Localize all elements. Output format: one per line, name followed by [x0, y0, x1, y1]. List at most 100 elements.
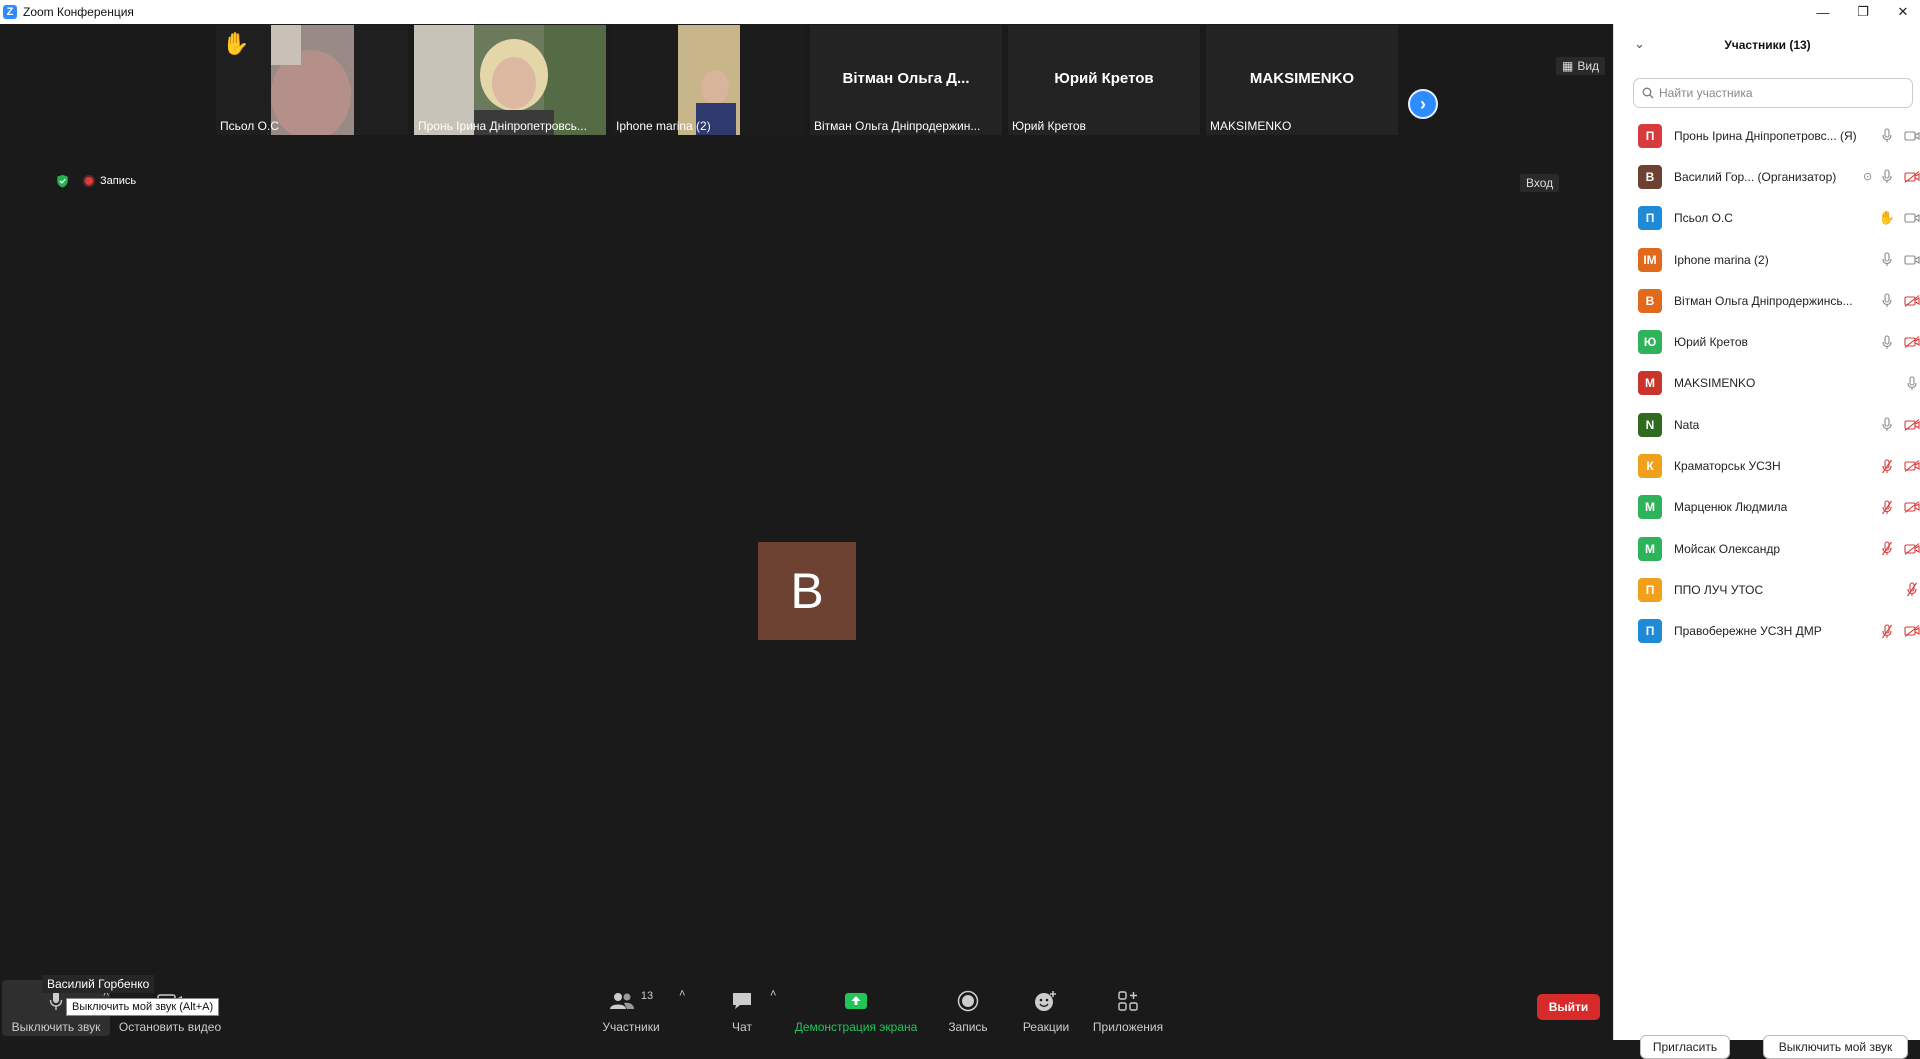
- meeting-status: Запись: [56, 174, 136, 188]
- participant-avatar: П: [1638, 123, 1662, 148]
- view-button[interactable]: ▦ Вид: [1556, 57, 1606, 75]
- mute-me-button[interactable]: Выключить мой звук: [1763, 1035, 1908, 1059]
- participant-name: Юрий Кретов: [1674, 335, 1748, 350]
- raised-hand-icon: ✋: [1878, 210, 1896, 226]
- grid-icon: ▦: [1562, 59, 1574, 73]
- participant-row[interactable]: В Вітман Ольга Дніпродержинсь...: [1614, 280, 1920, 321]
- mic-icon: [1903, 375, 1920, 391]
- panel-title: Участники (13): [1724, 38, 1811, 52]
- participants-icon: 13: [609, 988, 653, 1014]
- chat-button[interactable]: Чат: [719, 974, 765, 1040]
- participants-panel: ⌄ Участники (13) Найти участника П Пронь …: [1613, 24, 1920, 1059]
- participant-row[interactable]: N Nata: [1614, 404, 1920, 445]
- share-screen-label: Демонстрация экрана: [794, 1020, 918, 1034]
- invite-button[interactable]: Пригласить: [1640, 1035, 1730, 1059]
- mic-muted-icon: [1880, 458, 1894, 474]
- participant-avatar: М: [1638, 536, 1662, 561]
- participant-avatar: M: [1638, 371, 1662, 396]
- participant-name: Марценюк Людмила: [1674, 500, 1788, 515]
- reactions-button[interactable]: Реакции: [1016, 974, 1076, 1040]
- thumbnail-name: Пронь Ірина Дніпропетровсь...: [418, 119, 587, 133]
- participant-row[interactable]: П Правобережне УСЗН ДМР: [1614, 611, 1920, 652]
- participant-row[interactable]: Ю Юрий Кретов: [1614, 321, 1920, 362]
- participant-row[interactable]: П Пронь Ірина Дніпропетровс... (Я): [1614, 115, 1920, 156]
- thumbnail-name: Вітман Ольга Дніпродержин...: [814, 119, 981, 133]
- search-participant-input[interactable]: Найти участника: [1633, 78, 1913, 108]
- camera-off-icon: [1903, 293, 1920, 309]
- thumbnail-center-name: Юрий Кретов: [1054, 70, 1154, 87]
- participant-row[interactable]: B Василий Гор... (Организатор) ⊙: [1614, 156, 1920, 197]
- camera-off-icon: [1903, 334, 1920, 350]
- participant-row[interactable]: М Мойсак Олександр: [1614, 528, 1920, 569]
- participant-row[interactable]: П Псьол О.С ✋: [1614, 198, 1920, 239]
- recording-indicator[interactable]: Запись: [83, 175, 136, 187]
- participants-button[interactable]: 13 Участники: [596, 974, 666, 1040]
- participants-count: 13: [640, 990, 654, 1002]
- mic-muted-icon: [1880, 499, 1894, 515]
- camera-off-icon: [1903, 417, 1920, 433]
- participant-name: Iphone marina (2): [1674, 252, 1769, 267]
- participant-row[interactable]: M MAKSIMENKO: [1614, 363, 1920, 404]
- thumbnail-center-name: MAKSIMENKO: [1249, 70, 1355, 87]
- host-options-icon[interactable]: ⊙: [1863, 170, 1872, 183]
- participant-name: ППО ЛУЧ УТОС: [1674, 582, 1764, 597]
- video-thumbnail[interactable]: Пронь Ірина Дніпропетровсь...: [414, 25, 606, 135]
- shield-icon[interactable]: [56, 174, 69, 188]
- participant-avatar: К: [1638, 454, 1662, 479]
- apps-label: Приложения: [1092, 1020, 1164, 1034]
- video-thumbnail[interactable]: Вітман Ольга Д... Вітман Ольга Дніпродер…: [810, 25, 1002, 135]
- share-screen-icon: [844, 988, 868, 1014]
- participant-name: Псьол О.С: [1674, 211, 1733, 226]
- participant-avatar: П: [1638, 619, 1662, 644]
- camera-icon: [1903, 210, 1920, 226]
- video-thumbnail[interactable]: Юрий Кретов Юрий Кретов: [1008, 25, 1200, 135]
- thumbnail-name: Псьол О.С: [220, 119, 279, 133]
- participant-name: Василий Гор... (Организатор): [1674, 169, 1837, 184]
- participant-row[interactable]: М Марценюк Людмила: [1614, 487, 1920, 528]
- record-icon: [957, 988, 979, 1014]
- mic-icon: [1880, 169, 1894, 185]
- camera-icon: [1903, 128, 1920, 144]
- mic-icon: [1880, 334, 1894, 350]
- thumbnail-strip: ✋ Псьол О.С Пронь Ірина Дніпропетровсь..…: [216, 25, 1398, 135]
- participant-name: Правобережне УСЗН ДМР: [1674, 624, 1822, 639]
- participants-caret-icon[interactable]: ˄: [679, 988, 685, 1000]
- mute-tooltip: Выключить мой звук (Alt+A): [66, 998, 220, 1016]
- thumbnail-center-name: Вітман Ольга Д...: [842, 70, 970, 87]
- participant-name: MAKSIMENKO: [1674, 376, 1756, 391]
- participant-row[interactable]: IM Iphone marina (2): [1614, 239, 1920, 280]
- video-thumbnail[interactable]: ✋ Псьол О.С: [216, 25, 408, 135]
- camera-off-icon: [1903, 169, 1920, 185]
- leave-button[interactable]: Выйти: [1537, 994, 1600, 1020]
- video-thumbnail[interactable]: MAKSIMENKO MAKSIMENKO: [1206, 25, 1398, 135]
- participant-avatar: B: [1638, 164, 1662, 189]
- participant-row[interactable]: П ППО ЛУЧ УТОС: [1614, 569, 1920, 610]
- participant-name: Пронь Ірина Дніпропетровс... (Я): [1674, 128, 1857, 143]
- record-button[interactable]: Запись: [940, 974, 996, 1040]
- participant-avatar: В: [1638, 288, 1662, 313]
- close-icon[interactable]: ✕: [1880, 0, 1920, 24]
- enter-button[interactable]: Вход: [1520, 174, 1560, 192]
- active-speaker-avatar: B: [758, 542, 856, 640]
- mic-icon: [1880, 128, 1894, 144]
- record-label: Запись: [948, 1020, 988, 1034]
- recording-label: Запись: [100, 175, 137, 187]
- participant-list: П Пронь Ірина Дніпропетровс... (Я) B Васили…: [1614, 115, 1920, 652]
- chat-icon: [731, 988, 753, 1014]
- video-thumbnail[interactable]: Iphone marina (2): [612, 25, 804, 135]
- chat-caret-icon[interactable]: ˄: [770, 988, 776, 1000]
- raised-hand-icon: ✋: [222, 31, 250, 56]
- share-screen-button[interactable]: Демонстрация экрана: [790, 974, 922, 1040]
- reactions-label: Реакции: [1022, 1020, 1070, 1034]
- camera-icon: [1903, 252, 1920, 268]
- participant-avatar: Ю: [1638, 330, 1662, 355]
- participant-avatar: N: [1638, 412, 1662, 437]
- participant-row[interactable]: К Краматорськ УСЗН: [1614, 445, 1920, 486]
- mic-muted-icon: [1880, 541, 1894, 557]
- mic-icon: [1880, 252, 1894, 268]
- apps-button[interactable]: Приложения: [1088, 974, 1168, 1040]
- next-page-button[interactable]: ›: [1408, 89, 1438, 119]
- bottom-toolbar: Выключить звук ˄ Остановить видео 13 Уча…: [0, 974, 1613, 1040]
- view-label: Вид: [1577, 59, 1600, 73]
- stop-video-label: Остановить видео: [118, 1020, 222, 1034]
